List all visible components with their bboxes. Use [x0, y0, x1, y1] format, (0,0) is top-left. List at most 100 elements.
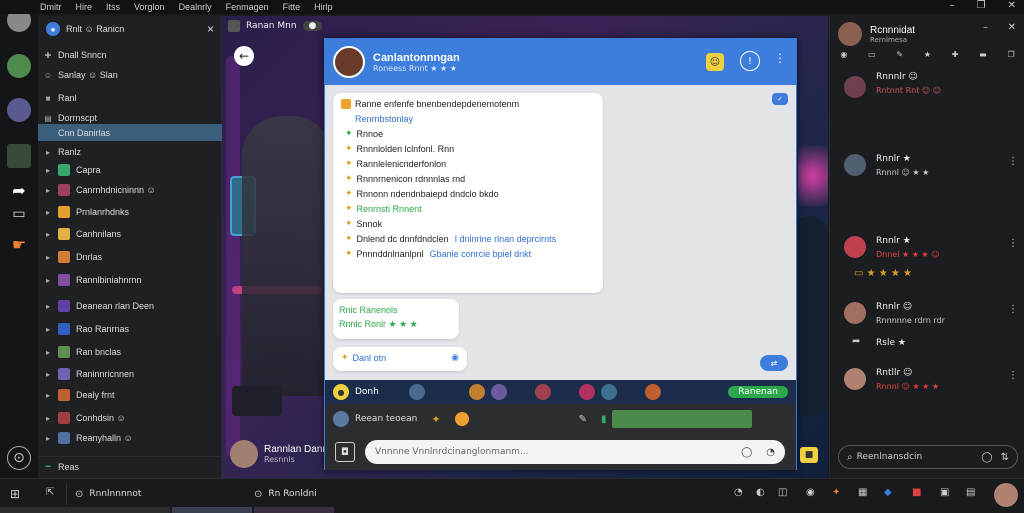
message-input[interactable]: Vnnnne Vnnlnrdcinanglonmanm... ◯ ◔ — [365, 440, 785, 464]
sidebar-item[interactable]: ■ Ranl — [38, 88, 222, 108]
menu-item-5[interactable]: Dealnrly — [179, 2, 212, 12]
back-arrow-icon[interactable]: ← — [234, 46, 254, 66]
menu-item-3[interactable]: Itss — [106, 2, 120, 12]
tree-item[interactable]: ▸ Prnlanrhdnks — [38, 202, 222, 222]
menu-item-1[interactable]: Dmitr — [40, 2, 62, 12]
tray-icon[interactable]: ◫ — [778, 487, 787, 498]
tool-icon[interactable]: ◉ — [840, 50, 847, 62]
sidebar-item-selected[interactable]: Cnn Danirlas — [38, 124, 222, 141]
menu-item-8[interactable]: Hirlp — [314, 2, 333, 12]
settings-icon[interactable]: ⊙ — [7, 446, 31, 470]
hero-icon[interactable] — [644, 384, 661, 400]
tree-item[interactable]: ▸ Raninnricnnen — [38, 364, 222, 384]
maximize-icon[interactable]: ❐ — [977, 0, 986, 11]
tree-item[interactable]: ▸ Dealy frnt — [38, 385, 222, 405]
minimize-icon[interactable]: – — [983, 22, 988, 33]
tray-icon[interactable]: ◆ — [884, 487, 892, 498]
tool-icon[interactable]: ❐ — [1007, 50, 1014, 62]
share-icon[interactable]: ➦ — [7, 178, 31, 202]
window-icon[interactable]: ⇱ — [46, 487, 54, 498]
friend-avatar-1[interactable] — [7, 54, 31, 78]
menu-item-7[interactable]: Fitte — [283, 2, 301, 12]
game-icon[interactable] — [7, 144, 31, 168]
hero-icon[interactable] — [408, 384, 425, 400]
taskbar-item[interactable]: ⊙ Rn Ronldni — [254, 483, 474, 505]
tree-item[interactable]: ▸ Canrnhdnicninnn ☺ — [38, 180, 222, 200]
emoji-icon[interactable] — [454, 412, 469, 426]
hero-icon[interactable] — [578, 384, 595, 400]
sidebar-close-icon[interactable]: × — [207, 22, 214, 36]
window-thumb[interactable] — [172, 507, 252, 513]
more-icon[interactable]: ⋮ — [1008, 370, 1018, 381]
more-icon[interactable]: ⋮ — [1008, 156, 1018, 167]
emoji-icon[interactable]: ☺ — [706, 53, 724, 71]
contact-item[interactable]: Rnnnlr ☺ Rntnnt Rnt ☺ ☺ — [838, 70, 1018, 120]
close-icon[interactable]: ✕ — [1008, 22, 1016, 33]
tool-icon[interactable]: ▭ — [868, 50, 876, 62]
message-icon[interactable]: ▭ — [7, 202, 31, 226]
sidebar-item[interactable]: ☺ Sanlay ☺ Slan — [38, 65, 222, 85]
badge-icon[interactable]: ✓ — [772, 93, 788, 105]
user-avatar[interactable] — [994, 483, 1018, 507]
contact-item[interactable]: Rnnlr ★ Rnnnl ☺ ★ ★ ⋮ — [838, 152, 1018, 202]
tray-icon[interactable]: ◐ — [756, 487, 765, 498]
message-bubble[interactable]: Ranne enfenfe bnenbendepdenemotenm Renrn… — [333, 93, 603, 293]
tray-icon[interactable]: ▤ — [966, 487, 975, 498]
message-bubble[interactable]: ✦ Danl otn ◉ — [333, 347, 467, 371]
grid-icon[interactable]: ⊞ — [10, 487, 20, 501]
tray-icon[interactable]: ▦ — [858, 487, 867, 498]
tray-icon[interactable]: ◔ — [734, 487, 743, 498]
more-icon[interactable]: ⋮ — [774, 51, 786, 65]
tree-item[interactable]: ▸ Reanyhalln ☺ — [38, 428, 222, 448]
hero-icon[interactable] — [534, 384, 551, 400]
tool-icon[interactable]: ★ — [924, 50, 931, 62]
tray-icon[interactable]: ▣ — [940, 487, 949, 498]
menu-item-4[interactable]: Vorglon — [134, 2, 165, 12]
camera-icon[interactable]: ◘ — [335, 442, 355, 462]
emoji-icon[interactable]: ◯ — [741, 447, 752, 458]
notify-icon[interactable]: ■ — [800, 447, 818, 463]
tree-item[interactable]: ▸ Dnrlas — [38, 247, 222, 267]
tool-icon[interactable]: ✚ — [952, 50, 959, 62]
sidebar-item[interactable]: ✚ Dnall Snncn — [38, 45, 222, 65]
contact-item[interactable]: Rntllr ☺ Rnnnl ☺ ★ ★ ★ ⋮ — [838, 366, 1018, 416]
emoji-icon[interactable]: ◯ — [981, 452, 992, 463]
tree-item[interactable]: ▸ Capra — [38, 160, 222, 180]
sparkle-icon[interactable]: ✦ — [431, 413, 440, 426]
menu-item-6[interactable]: Fenmagen — [226, 2, 269, 12]
sidebar-footer[interactable]: ━ Reas — [38, 456, 222, 476]
send-icon[interactable]: ◔ — [766, 447, 775, 458]
message-bubble[interactable]: Rnic Ranenols Rnnlc Ronlr ★ ★ ★ — [333, 299, 459, 339]
window-thumb[interactable] — [254, 507, 334, 513]
tree-item[interactable]: ▸ Ran bnclas — [38, 342, 222, 362]
taskbar-item[interactable]: ⊙ Rnnlnnnnot — [66, 483, 222, 505]
tag-icon[interactable]: ▮ — [601, 414, 607, 425]
window-thumb[interactable] — [0, 507, 170, 513]
message-link[interactable]: Gbanie conrcie bpiel dnkt — [430, 249, 532, 259]
info-icon[interactable]: ! — [740, 51, 760, 71]
tree-item[interactable]: ▸ Rannlbiniahnrnn — [38, 270, 222, 290]
more-icon[interactable]: ⋮ — [1008, 238, 1018, 249]
tool-icon[interactable]: ▬ — [979, 50, 987, 62]
more-icon[interactable]: ⋮ — [1008, 304, 1018, 315]
message-link[interactable]: I dnlnrine rlnan deprcirnts — [455, 234, 557, 244]
filter-icon[interactable]: ⇅ — [1001, 452, 1009, 463]
menu-item-2[interactable]: Hire — [76, 2, 93, 12]
tree-item[interactable]: ▸ Ranlz — [38, 142, 222, 162]
tool-icon[interactable]: ✎ — [896, 50, 903, 62]
hero-icon[interactable] — [468, 384, 485, 400]
tree-item[interactable]: ▸ Conhdsin ☺ — [38, 408, 222, 428]
tree-item[interactable]: ▸ Rao Ranrnas — [38, 319, 222, 339]
heroes-bar-button[interactable]: Ranenan — [728, 386, 788, 398]
reply-icon[interactable]: ⇄ — [760, 355, 788, 371]
tree-item[interactable]: ▸ Canhnilans — [38, 224, 222, 244]
friend-search[interactable]: ⌕ Reenlnansdcin ◯ ⇅ — [838, 445, 1018, 469]
contact-avatar[interactable] — [333, 46, 365, 78]
profile-avatar[interactable] — [838, 22, 862, 46]
minimize-icon[interactable]: – — [950, 0, 955, 11]
pointer-icon[interactable]: ☛ — [7, 232, 31, 256]
tray-icon[interactable]: ✦ — [832, 487, 840, 498]
hero-icon[interactable] — [490, 384, 507, 400]
friend-avatar-2[interactable] — [7, 98, 31, 122]
tree-item[interactable]: ▸ Deanean rlan Deen — [38, 296, 222, 316]
